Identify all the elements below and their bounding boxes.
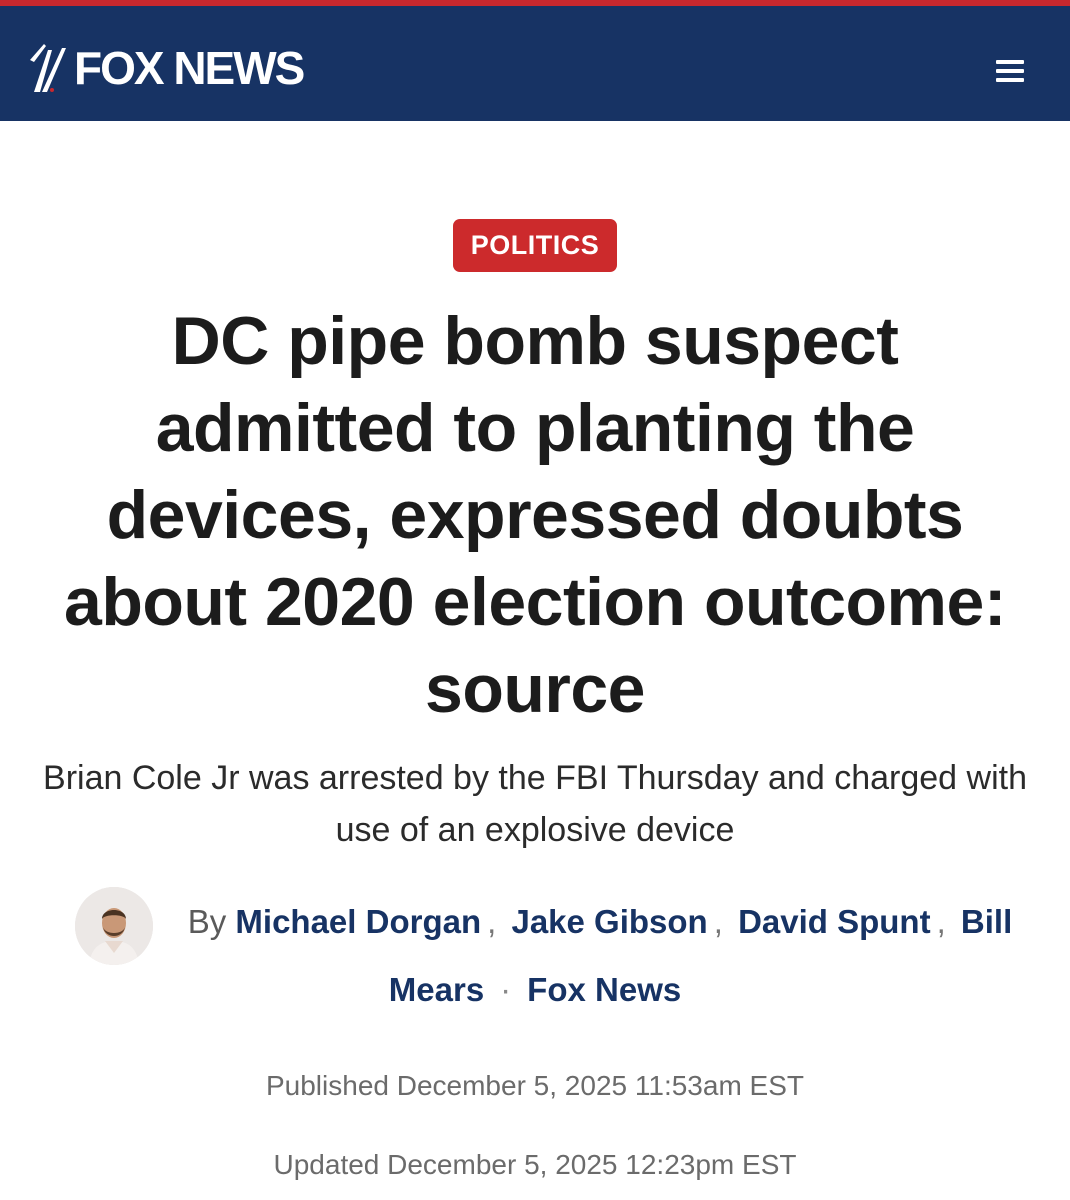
byline-row-continued: Mears · Fox News: [0, 958, 1070, 1022]
category-badge[interactable]: POLITICS: [453, 219, 617, 272]
byline-dot-separator: ·: [500, 971, 512, 1008]
byline-separator: ,: [713, 903, 723, 940]
fox-news-spotlight-icon: [30, 44, 66, 92]
article-headline: DC pipe bomb suspect admitted to plantin…: [64, 303, 1006, 727]
author-link-david-spunt[interactable]: David Spunt: [738, 903, 931, 940]
site-header: FOX NEWS: [0, 6, 1070, 121]
author-avatar[interactable]: [75, 887, 153, 965]
published-timestamp: Published December 5, 2025 11:53am EST: [265, 1070, 804, 1101]
byline-prefix: By: [187, 903, 227, 940]
author-avatar-image: [75, 887, 153, 965]
fox-news-logo[interactable]: FOX NEWS: [28, 36, 305, 100]
author-link-jake-gibson[interactable]: Jake Gibson: [511, 903, 707, 940]
logo-text: FOX NEWS: [74, 42, 305, 94]
byline-row: By Michael Dorgan, Jake Gibson, David Sp…: [160, 888, 1040, 956]
updated-timestamp: Updated December 5, 2025 12:23pm EST: [273, 1149, 797, 1180]
hamburger-menu-icon[interactable]: [993, 56, 1029, 86]
source-link-fox-news[interactable]: Fox News: [527, 971, 681, 1008]
byline-separator: ,: [487, 903, 497, 940]
byline-separator: ,: [936, 903, 946, 940]
author-link-bill-mears-continued[interactable]: Mears: [389, 971, 484, 1008]
author-link-bill-mears[interactable]: Bill: [961, 903, 1012, 940]
article-subheadline: Brian Cole Jr was arrested by the FBI Th…: [43, 759, 1027, 849]
author-link-michael-dorgan[interactable]: Michael Dorgan: [235, 903, 481, 940]
